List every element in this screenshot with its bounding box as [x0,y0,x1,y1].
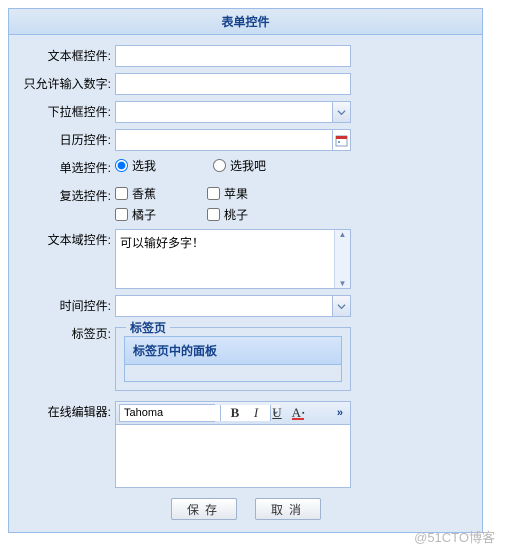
watermark: @51CTO博客 [414,527,495,546]
chevron-down-icon[interactable] [332,296,350,316]
editor-toolbar: B I U A▪ » [116,402,350,425]
radio-opt1[interactable]: 选我 [115,157,207,174]
panel-body: 文本框控件: 只允许输入数字: 下拉框控件: 日历控件: [9,35,482,532]
panel-title: 表单控件 [9,9,482,35]
bold-button[interactable]: B [226,404,244,422]
button-bar: 保存 取消 [23,498,468,520]
combo-input[interactable] [115,101,351,123]
html-editor: B I U A▪ » [115,401,351,488]
separator [220,405,221,421]
textarea-input[interactable] [116,230,334,288]
tab-fieldset: 标签页 标签页中的面板 [115,327,351,391]
cancel-button[interactable]: 取消 [255,498,321,520]
textarea-scrollbar[interactable]: ▲▼ [334,230,350,288]
inner-panel: 标签页中的面板 [124,336,342,382]
radio-opt2[interactable]: 选我吧 [213,157,266,174]
label-radio: 单选控件: [23,157,115,179]
calendar-icon[interactable] [332,130,350,150]
save-button[interactable]: 保存 [171,498,237,520]
chevron-down-icon[interactable] [332,102,350,122]
check-apple[interactable]: 苹果 [207,185,293,202]
radio-input-1[interactable] [115,159,128,172]
time-input[interactable] [115,295,351,317]
font-combo[interactable] [119,404,215,422]
underline-button[interactable]: U [268,404,286,422]
number-input[interactable] [115,73,351,95]
italic-button[interactable]: I [247,404,265,422]
combo-text[interactable] [116,102,332,122]
expand-button[interactable]: » [333,407,347,419]
editor-body[interactable] [116,425,350,487]
time-text[interactable] [116,296,332,316]
check-orange[interactable]: 橘子 [115,206,201,223]
label-combo: 下拉框控件: [23,101,115,123]
label-editor: 在线编辑器: [23,401,115,423]
inner-panel-title: 标签页中的面板 [125,337,341,365]
label-date: 日历控件: [23,129,115,151]
date-input[interactable] [115,129,351,151]
label-check: 复选控件: [23,185,115,207]
label-number: 只允许输入数字: [23,73,115,95]
form-panel: 表单控件 文本框控件: 只允许输入数字: 下拉框控件: 日历控件: [8,8,483,533]
label-text: 文本框控件: [23,45,115,67]
radio-label-2: 选我吧 [230,157,266,174]
label-textarea: 文本域控件: [23,229,115,251]
date-text[interactable] [116,130,332,150]
inner-panel-body [125,365,341,381]
label-tab: 标签页: [23,323,115,345]
text-input[interactable] [115,45,351,67]
fieldset-legend: 标签页 [126,319,170,336]
check-peach[interactable]: 桃子 [207,206,293,223]
label-time: 时间控件: [23,295,115,317]
radio-label-1: 选我 [132,157,156,174]
check-banana[interactable]: 香蕉 [115,185,201,202]
fontcolor-button[interactable]: A▪ [289,404,307,422]
radio-input-2[interactable] [213,159,226,172]
